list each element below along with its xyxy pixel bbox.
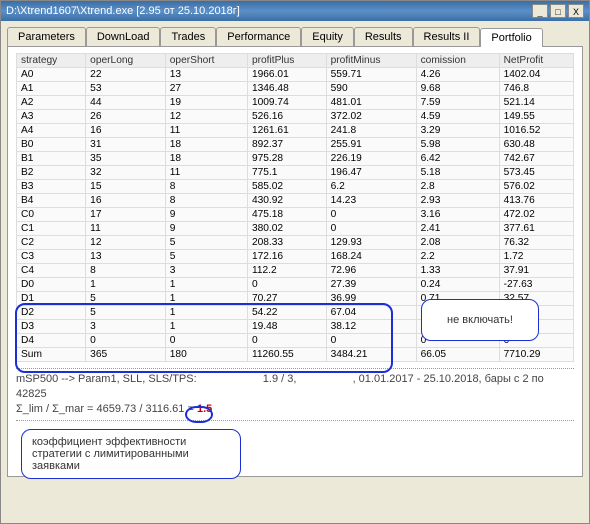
table-row: B03118892.37255.915.98630.48 xyxy=(17,138,574,152)
column-NetProfit: NetProfit xyxy=(499,54,573,68)
table-row: A244191009.74481.017.59521.14 xyxy=(17,96,574,110)
table-row: A022131966.01559.714.261402.04 xyxy=(17,68,574,82)
app-window: D:\Xtrend1607\Xtrend.exe [2.95 от 25.10.… xyxy=(0,0,590,524)
tab-equity[interactable]: Equity xyxy=(301,27,354,46)
tab-content-portfolio: strategyoperLongoperShortprofitPlusprofi… xyxy=(7,47,583,477)
table-row: B3158585.026.22.8576.02 xyxy=(17,180,574,194)
tab-results-ii[interactable]: Results II xyxy=(413,27,481,46)
tab-results[interactable]: Results xyxy=(354,27,413,46)
annotation-circle-ratio xyxy=(185,406,213,423)
table-row: A32612526.16372.024.59149.55 xyxy=(17,110,574,124)
window-title: D:\Xtrend1607\Xtrend.exe [2.95 от 25.10.… xyxy=(6,5,240,17)
info-line2a: Σ_lim / Σ_mar = 4659.73 / 3116.61 = xyxy=(16,403,197,415)
table-row: D011027.390.24-27.63 xyxy=(17,278,574,292)
table-row: C1119380.0202.41377.61 xyxy=(17,222,574,236)
table-row: B13518975.28226.196.42742.67 xyxy=(17,152,574,166)
tab-parameters[interactable]: Parameters xyxy=(7,27,86,46)
window-controls: _ □ X xyxy=(532,4,584,18)
table-row: B23211775.1196.475.18573.45 xyxy=(17,166,574,180)
maximize-button[interactable]: □ xyxy=(550,4,566,18)
table-row: C483112.272.961.3337.91 xyxy=(17,264,574,278)
annotation-note-exclude: не включать! xyxy=(421,299,539,341)
annotation-note-coefficient: коэффициент эффективности стратегии с ли… xyxy=(21,429,241,479)
table-row: C0179475.1803.16472.02 xyxy=(17,208,574,222)
table-row: B4168430.9214.232.93413.76 xyxy=(17,194,574,208)
close-button[interactable]: X xyxy=(568,4,584,18)
tab-portfolio[interactable]: Portfolio xyxy=(480,28,542,47)
column-comission: comission xyxy=(416,54,499,68)
tab-bar: ParametersDownLoadTradesPerformanceEquit… xyxy=(7,27,583,47)
column-strategy: strategy xyxy=(17,54,86,68)
annotation-highlight-rows xyxy=(15,303,393,373)
column-profitMinus: profitMinus xyxy=(326,54,416,68)
table-row: C3135172.16168.242.21.72 xyxy=(17,250,574,264)
column-operLong: operLong xyxy=(86,54,166,68)
info-line1b: 1.9 / 3, xyxy=(263,373,297,385)
tab-trades[interactable]: Trades xyxy=(160,27,216,46)
table-row: A153271346.485909.68746.8 xyxy=(17,82,574,96)
status-info: mSP500 --> Param1, SLL, SLS/TPS: 1.9 / 3… xyxy=(16,368,574,421)
column-operShort: operShort xyxy=(165,54,247,68)
tab-download[interactable]: DownLoad xyxy=(86,27,161,46)
table-row: A416111261.61241.83.291016.52 xyxy=(17,124,574,138)
info-line1a: mSP500 --> Param1, SLL, SLS/TPS: xyxy=(16,373,197,385)
minimize-button[interactable]: _ xyxy=(532,4,548,18)
tab-performance[interactable]: Performance xyxy=(216,27,301,46)
table-header-row: strategyoperLongoperShortprofitPlusprofi… xyxy=(17,54,574,68)
table-row: C2125208.33129.932.0876.32 xyxy=(17,236,574,250)
titlebar: D:\Xtrend1607\Xtrend.exe [2.95 от 25.10.… xyxy=(1,1,589,21)
column-profitPlus: profitPlus xyxy=(247,54,326,68)
